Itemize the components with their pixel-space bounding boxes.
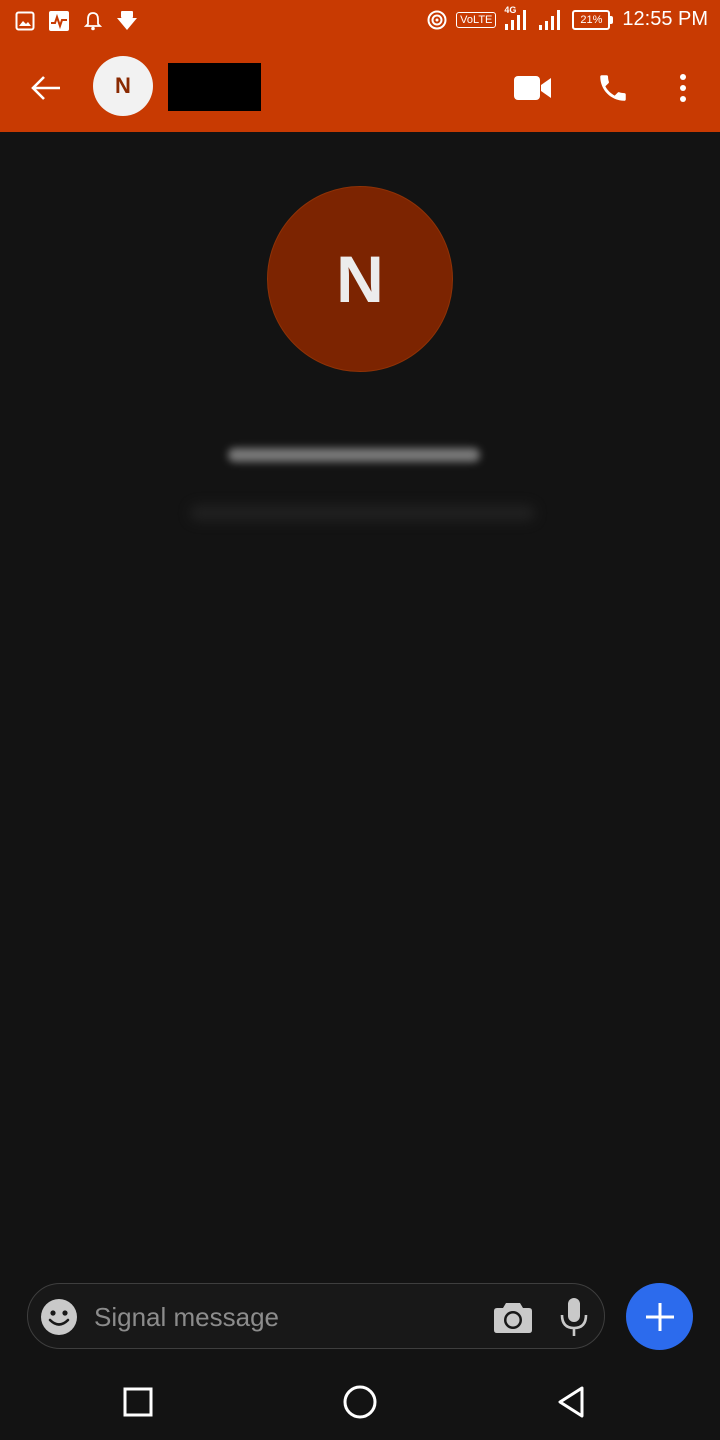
contact-avatar-large: N — [267, 186, 453, 372]
recents-button[interactable] — [116, 1380, 160, 1424]
conversation-screen: VoLTE 4G 21% 12:55 PM N N Signal message — [0, 0, 720, 1440]
mic-icon — [560, 1298, 588, 1336]
system-icons: VoLTE 4G 21% 12:55 PM — [426, 5, 708, 31]
video-call-button[interactable] — [509, 64, 557, 112]
video-call-icon — [514, 76, 551, 100]
signal-icon — [538, 9, 564, 31]
notification-icons — [14, 10, 138, 32]
more-options-button[interactable] — [659, 64, 707, 112]
gallery-icon — [14, 10, 36, 32]
voice-call-button[interactable] — [589, 64, 637, 112]
activity-icon — [48, 10, 70, 32]
network-type-label: 4G — [504, 4, 517, 15]
bell-icon — [82, 10, 104, 32]
home-button[interactable] — [338, 1380, 382, 1424]
contact-name-redacted[interactable] — [168, 63, 261, 111]
recents-square-icon — [123, 1387, 153, 1417]
more-vert-icon — [680, 74, 686, 102]
hotspot-icon — [426, 9, 448, 31]
system-navigation-bar — [0, 1360, 720, 1440]
compose-bar — [27, 1283, 605, 1349]
signal-4g-icon: 4G — [504, 5, 530, 31]
battery-icon: 21% — [572, 9, 614, 30]
back-button[interactable] — [20, 64, 72, 112]
blurred-contact-name — [228, 448, 480, 462]
back-triangle-icon — [558, 1386, 584, 1418]
back-arrow-icon — [31, 76, 60, 100]
back-nav-button[interactable] — [549, 1380, 593, 1424]
voice-note-button[interactable] — [554, 1296, 594, 1338]
avatar-initial: N — [115, 73, 131, 98]
home-circle-icon — [343, 1385, 377, 1419]
volte-badge: VoLTE — [456, 11, 497, 28]
camera-icon — [494, 1303, 532, 1333]
download-icon — [116, 10, 138, 32]
emoji-icon — [41, 1299, 77, 1335]
emoji-button[interactable] — [40, 1298, 78, 1336]
contact-avatar[interactable]: N — [93, 56, 153, 116]
clock: 12:55 PM — [622, 8, 708, 30]
avatar-large-initial: N — [336, 242, 384, 316]
plus-icon — [645, 1302, 674, 1331]
conversation-toolbar: N — [0, 44, 720, 132]
attachment-button[interactable] — [626, 1283, 693, 1350]
battery-level: 21% — [580, 13, 603, 26]
blurred-contact-details — [190, 505, 535, 521]
message-input[interactable] — [92, 1296, 476, 1338]
phone-call-icon — [600, 75, 626, 101]
status-bar: VoLTE 4G 21% 12:55 PM — [0, 0, 720, 44]
camera-button[interactable] — [492, 1297, 534, 1337]
